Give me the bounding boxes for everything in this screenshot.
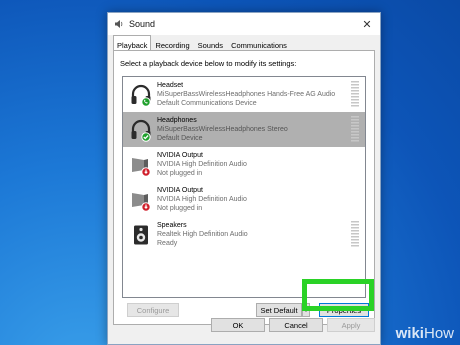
ok-button[interactable]: OK [211,318,265,332]
device-row-nvidia-output[interactable]: NVIDIA Output NVIDIA High Definition Aud… [123,147,365,182]
device-name: Speakers [157,222,187,229]
device-status: Default Communications Device [157,100,257,107]
tab-communications[interactable]: Communications [227,37,291,51]
tab-playback[interactable]: Playback [113,35,152,51]
device-row-speakers[interactable]: Speakers Realtek High Definition Audio R… [123,217,365,252]
device-status: Not plugged in [157,205,203,212]
device-row-headphones[interactable]: Headphones MiSuperBassWirelessHeadphones… [123,112,365,147]
device-status: Default Device [157,135,203,142]
device-name: Headset [157,82,184,89]
instructions-text: Select a playback device below to modify… [120,59,297,68]
device-description: NVIDIA High Definition Audio [157,196,247,203]
device-list: Headset MiSuperBassWirelessHeadphones Ha… [122,76,366,298]
monitor-speaker-icon [132,157,151,177]
headset-icon [131,84,151,107]
volume-level-meter [351,81,359,107]
configure-button[interactable]: Configure [127,303,179,317]
device-name: Headphones [157,117,197,124]
device-description: MiSuperBassWirelessHeadphones Stereo [157,126,288,133]
wikihow-watermark: wikiHow [396,325,454,342]
tab-sounds[interactable]: Sounds [194,37,227,51]
device-name: NVIDIA Output [157,152,203,159]
apply-button[interactable]: Apply [327,318,375,332]
watermark-bold: wiki [395,325,424,342]
tab-recording[interactable]: Recording [151,37,193,51]
title-bar[interactable]: Sound ✕ [108,13,380,35]
watermark-light: How [423,325,454,342]
device-description: NVIDIA High Definition Audio [157,161,247,168]
headphones-icon [131,119,151,142]
window-title: Sound [129,19,156,29]
speaker-icon [134,225,148,244]
volume-level-meter [351,221,359,247]
properties-highlight-box [302,279,374,311]
device-status: Ready [157,240,178,247]
device-status: Not plugged in [157,170,203,177]
device-description: Realtek High Definition Audio [157,231,248,238]
device-row-headset[interactable]: Headset MiSuperBassWirelessHeadphones Ha… [123,77,365,112]
cancel-button[interactable]: Cancel [269,318,323,332]
device-name: NVIDIA Output [157,187,203,194]
tab-strip: Playback Recording Sounds Communications [113,35,291,51]
speaker-title-icon [115,20,123,28]
close-button[interactable]: ✕ [354,13,380,35]
volume-level-meter [351,116,359,142]
device-row-nvidia-output[interactable]: NVIDIA Output NVIDIA High Definition Aud… [123,182,365,217]
device-description: MiSuperBassWirelessHeadphones Hands-Free… [157,91,336,98]
set-default-button[interactable]: Set Default [256,303,302,317]
monitor-speaker-icon [132,192,151,212]
